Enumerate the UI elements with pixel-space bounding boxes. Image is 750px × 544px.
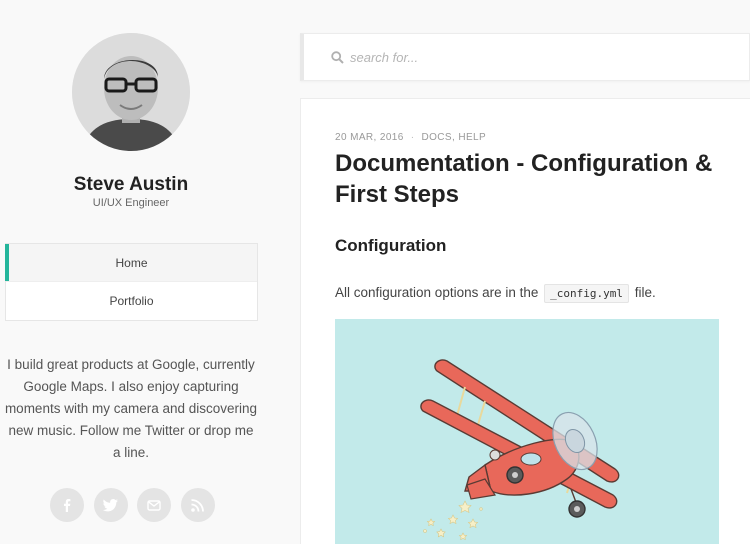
category-link-help[interactable]: Help xyxy=(458,132,486,143)
nav-item-home[interactable]: Home xyxy=(5,244,257,282)
meta-separator: · xyxy=(410,132,415,143)
facebook-icon xyxy=(64,499,71,512)
hero-image xyxy=(335,319,719,544)
author-role: UI/UX Engineer xyxy=(92,197,170,209)
avatar xyxy=(72,33,190,151)
paragraph-text: All configuration options are in the xyxy=(335,285,539,300)
twitter-button[interactable] xyxy=(93,488,128,522)
category-separator: , xyxy=(451,132,456,143)
facebook-button[interactable] xyxy=(50,488,84,522)
rss-icon xyxy=(191,498,205,512)
nav-item-portfolio[interactable]: Portfolio xyxy=(6,282,257,320)
paragraph-text-end: file. xyxy=(634,285,656,300)
search-icon xyxy=(331,51,344,64)
post-date: 20 Mar, 2016 xyxy=(335,132,404,143)
author-name: Steve Austin xyxy=(73,174,189,195)
post-card: 20 Mar, 2016 · Docs, Help Documentation - … xyxy=(300,98,750,544)
social-links xyxy=(50,488,215,522)
avatar-photo xyxy=(72,33,190,151)
email-button[interactable] xyxy=(137,488,172,522)
search-input[interactable] xyxy=(350,44,730,70)
email-icon xyxy=(147,499,162,511)
category-link-docs[interactable]: Docs xyxy=(421,132,452,143)
twitter-icon xyxy=(103,498,119,511)
search-bar xyxy=(300,33,750,81)
inline-code: _config.yml xyxy=(544,284,630,303)
sidebar: Steve Austin UI/UX Engineer Home Portfol… xyxy=(0,0,262,544)
biplane-illustration xyxy=(335,319,719,544)
author-bio: I build great products at Google, curren… xyxy=(4,357,258,460)
post-meta: 20 Mar, 2016 · Docs, Help xyxy=(335,132,486,143)
post-title[interactable]: Documentation - Configuration & First St… xyxy=(335,148,735,210)
post-paragraph: All configuration options are in the _co… xyxy=(335,284,656,303)
rss-button[interactable] xyxy=(180,488,215,522)
section-heading: Configuration xyxy=(335,236,447,255)
sidebar-nav: Home Portfolio xyxy=(5,243,258,321)
